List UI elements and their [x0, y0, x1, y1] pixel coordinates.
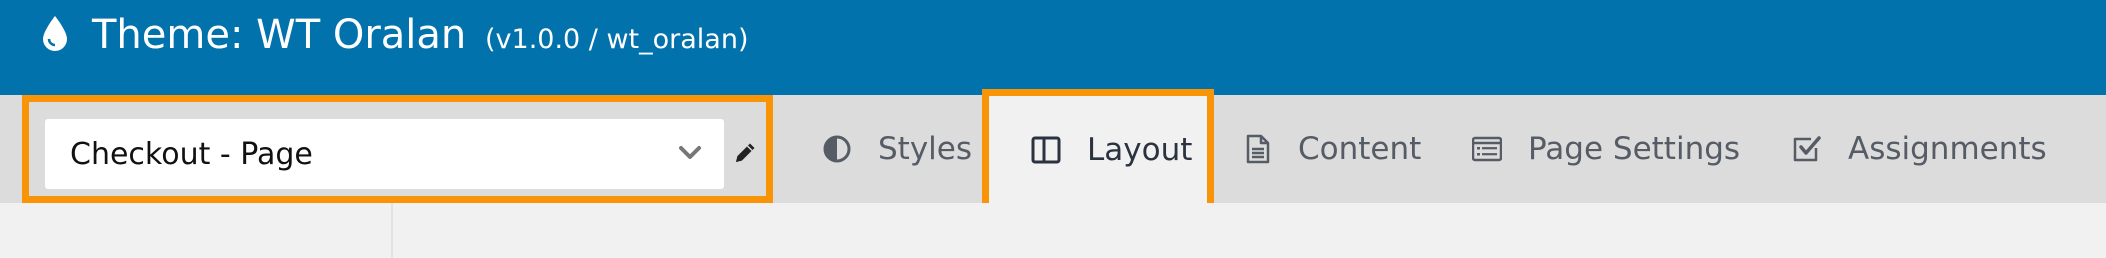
layout-select-value: Checkout - Page	[70, 136, 313, 172]
theme-version: (v1.0.0 / wt_oralan)	[485, 24, 749, 55]
document-icon	[1246, 134, 1270, 164]
tab-styles[interactable]: Styles	[822, 95, 972, 203]
theme-title: Theme: WT Oralan	[92, 12, 467, 58]
tab-styles-label: Styles	[878, 131, 973, 167]
tab-assignments-label: Assignments	[1848, 131, 2047, 167]
tab-layout[interactable]: Layout	[982, 89, 1214, 211]
columns-icon	[1031, 136, 1061, 164]
theme-header: Theme: WT Oralan (v1.0.0 / wt_oralan)	[0, 0, 2106, 95]
tab-content[interactable]: Content	[1242, 95, 1421, 203]
tab-layout-label: Layout	[1087, 132, 1193, 168]
tab-page-settings-label: Page Settings	[1528, 131, 1741, 167]
tab-page-settings[interactable]: Page Settings	[1472, 95, 1740, 203]
chevron-down-icon	[679, 146, 701, 159]
main-panel	[395, 203, 2106, 258]
sidebar-panel	[0, 203, 393, 258]
pencil-icon[interactable]	[732, 140, 758, 166]
tab-assignments[interactable]: Assignments	[1792, 95, 2047, 203]
contrast-icon	[823, 135, 851, 163]
list-window-icon	[1472, 136, 1502, 162]
page-title: Theme: WT Oralan (v1.0.0 / wt_oralan)	[92, 12, 749, 63]
drop-icon	[43, 16, 67, 51]
checkbox-icon	[1793, 136, 1821, 162]
tab-content-label: Content	[1298, 131, 1422, 167]
layout-select[interactable]: Checkout - Page	[45, 119, 724, 189]
